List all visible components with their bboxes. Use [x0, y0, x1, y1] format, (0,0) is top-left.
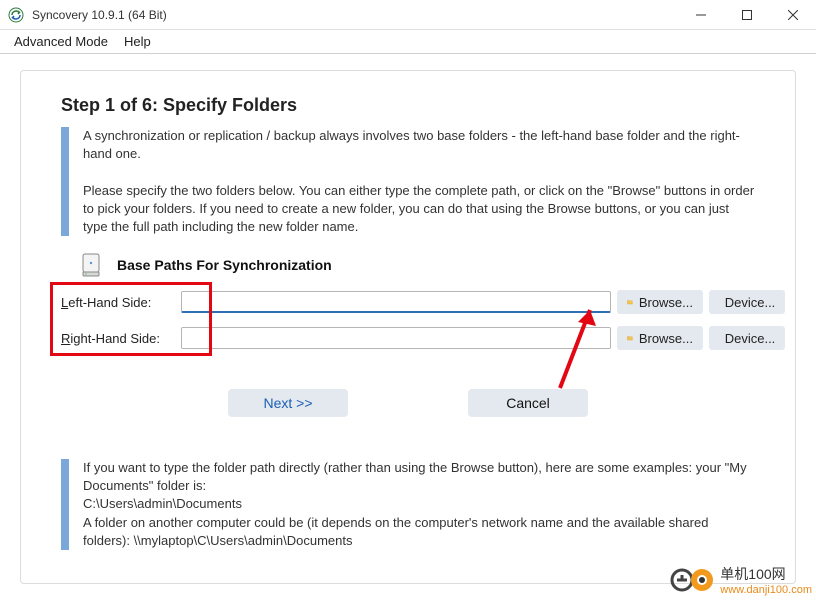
window-title: Syncovery 10.9.1 (64 Bit) [32, 8, 678, 22]
right-browse-button[interactable]: Browse... [617, 326, 703, 350]
left-side-input[interactable] [181, 291, 611, 313]
accent-bar [61, 459, 69, 550]
left-device-button[interactable]: Device... [709, 290, 785, 314]
window-controls [678, 0, 816, 29]
right-device-button[interactable]: Device... [709, 326, 785, 350]
next-button[interactable]: Next >> [228, 389, 348, 417]
left-side-row: Left-Hand Side: Browse... Device... [61, 289, 785, 315]
maximize-button[interactable] [724, 0, 770, 29]
folder-icon [627, 332, 633, 344]
description-p2: Please specify the two folders below. Yo… [83, 182, 755, 237]
help-line-1: If you want to type the folder path dire… [83, 459, 755, 495]
drive-icon [77, 251, 105, 279]
menu-advanced-mode[interactable]: Advanced Mode [6, 34, 116, 49]
right-side-input[interactable] [181, 327, 611, 349]
description-p1: A synchronization or replication / backu… [83, 127, 755, 163]
accent-bar [61, 127, 69, 236]
section-header: Base Paths For Synchronization [77, 251, 332, 279]
help-line-3: A folder on another computer could be (i… [83, 514, 755, 550]
help-line-2: C:\Users\admin\Documents [83, 495, 755, 513]
folder-icon [627, 296, 633, 308]
close-button[interactable] [770, 0, 816, 29]
left-side-label: Left-Hand Side: [61, 295, 181, 310]
step-title: Step 1 of 6: Specify Folders [61, 95, 297, 116]
watermark: 单机100网 www.danji100.com [670, 564, 812, 596]
right-side-label: Right-Hand Side: [61, 331, 181, 346]
minimize-button[interactable] [678, 0, 724, 29]
section-title: Base Paths For Synchronization [117, 257, 332, 273]
titlebar: Syncovery 10.9.1 (64 Bit) [0, 0, 816, 30]
menu-help[interactable]: Help [116, 34, 159, 49]
help-block: If you want to type the folder path dire… [61, 459, 755, 550]
menubar: Advanced Mode Help [0, 30, 816, 54]
left-browse-button[interactable]: Browse... [617, 290, 703, 314]
nav-buttons: Next >> Cancel [21, 389, 795, 417]
watermark-text-url: www.danji100.com [720, 584, 812, 596]
cancel-button[interactable]: Cancel [468, 389, 588, 417]
watermark-logo-icon [670, 566, 714, 594]
description-block: A synchronization or replication / backu… [61, 127, 755, 236]
app-icon [8, 7, 24, 23]
right-side-row: Right-Hand Side: Browse... Device... [61, 325, 785, 351]
watermark-text-cn: 单机100网 [720, 564, 812, 584]
wizard-panel: Step 1 of 6: Specify Folders A synchroni… [20, 70, 796, 584]
